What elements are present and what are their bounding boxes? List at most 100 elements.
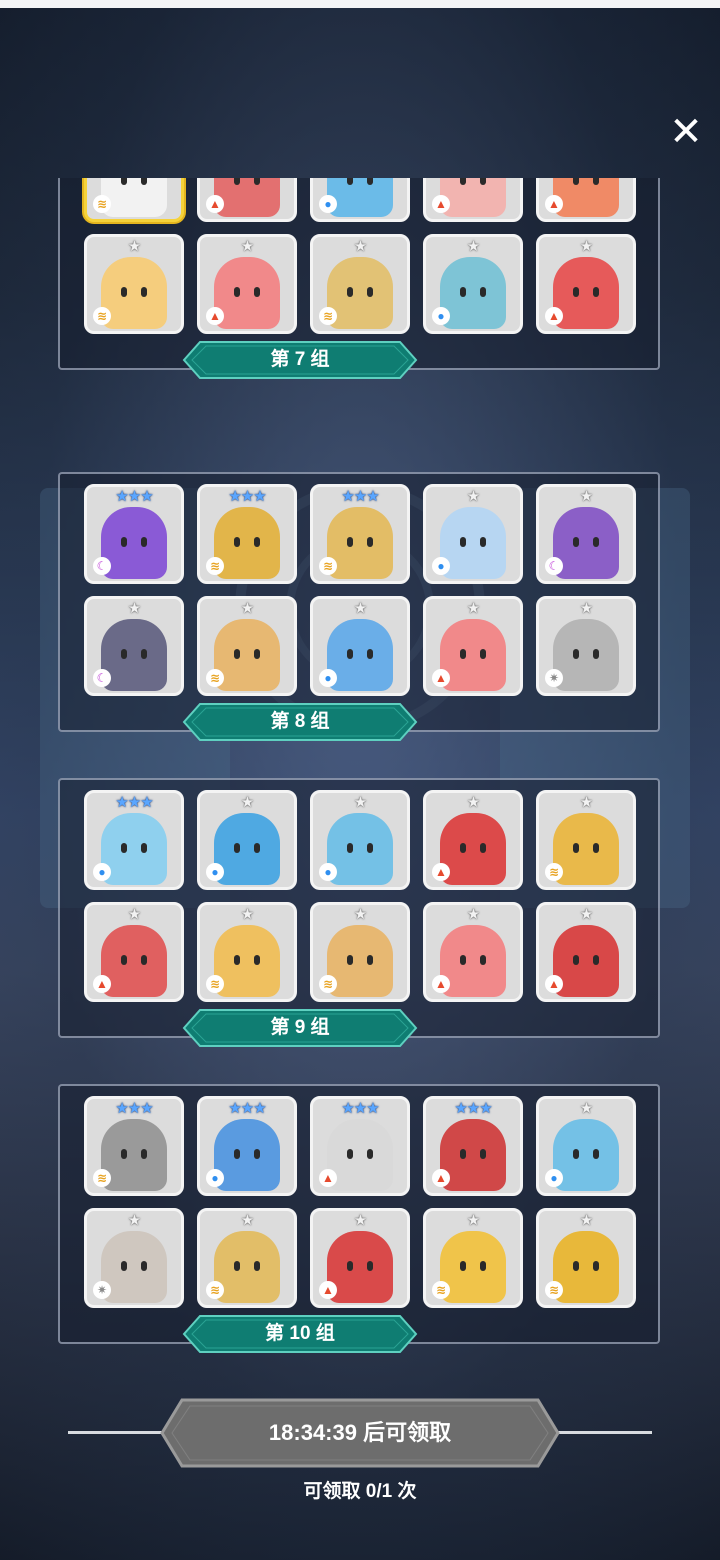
group-label-text: 第 10 组 bbox=[265, 1323, 335, 1344]
hero-eye bbox=[460, 178, 466, 185]
hero-card[interactable]: ★★★▲ bbox=[197, 178, 297, 222]
hero-card[interactable]: ★▲ bbox=[536, 902, 636, 1002]
hero-card[interactable]: ★★★ ● bbox=[197, 1096, 297, 1196]
star-icons: ★ bbox=[466, 600, 480, 617]
hero-card[interactable]: ★★★▲ bbox=[310, 1096, 410, 1196]
star-rating: ★ bbox=[539, 1213, 633, 1229]
hero-card[interactable]: ★▲ bbox=[536, 178, 636, 222]
hero-card[interactable]: ★▲ bbox=[197, 234, 297, 334]
hero-card[interactable]: ★● bbox=[310, 178, 410, 222]
hero-eye bbox=[121, 287, 127, 297]
fire-element-icon: ▲ bbox=[545, 195, 563, 213]
hero-face bbox=[456, 537, 492, 549]
hero-card[interactable]: ★▲ bbox=[423, 790, 523, 890]
hero-face bbox=[456, 649, 492, 661]
hero-face bbox=[230, 1149, 266, 1161]
hero-card[interactable]: ★▲ bbox=[310, 1208, 410, 1308]
hero-eye bbox=[254, 287, 260, 297]
hero-card[interactable]: ★★★ ≋ bbox=[310, 484, 410, 584]
close-button[interactable]: ✕ bbox=[660, 106, 712, 158]
hero-card[interactable]: ★ ≋ bbox=[536, 1208, 636, 1308]
group-label-text: 第 9 组 bbox=[270, 1017, 330, 1038]
hero-card[interactable]: ★▲ bbox=[423, 596, 523, 696]
hero-card[interactable]: ★★★ ▲ bbox=[423, 1096, 523, 1196]
wind-element-icon: ≋ bbox=[206, 557, 224, 575]
hero-card[interactable]: ★▲ bbox=[423, 178, 523, 222]
hero-card[interactable]: ★● bbox=[310, 790, 410, 890]
star-rating: ★ bbox=[87, 907, 181, 923]
hero-card[interactable]: ★★★ ☾ bbox=[84, 484, 184, 584]
wind-element-icon: ≋ bbox=[93, 307, 111, 325]
hero-card[interactable]: ★▲ bbox=[84, 902, 184, 1002]
hero-face bbox=[343, 1261, 379, 1273]
star-icons: ★★★ bbox=[454, 1100, 492, 1117]
hero-eye bbox=[234, 287, 240, 297]
hero-card[interactable]: ★ ✷ bbox=[84, 1208, 184, 1308]
hero-card[interactable]: ★● bbox=[536, 1096, 636, 1196]
hero-eye bbox=[121, 178, 127, 185]
hero-face bbox=[569, 537, 605, 549]
star-icons: ★ bbox=[466, 1212, 480, 1229]
hero-card[interactable]: ★ ≋ bbox=[197, 1208, 297, 1308]
hero-card[interactable]: ★ ≋ bbox=[197, 902, 297, 1002]
hero-eye bbox=[573, 955, 579, 965]
hero-eye bbox=[480, 287, 486, 297]
hero-card[interactable]: ★▲ bbox=[423, 902, 523, 1002]
hero-face bbox=[117, 843, 153, 855]
hero-card[interactable]: ★ ≋ bbox=[197, 596, 297, 696]
hero-card[interactable]: ★● bbox=[197, 790, 297, 890]
hero-card[interactable]: ★ ≋ bbox=[84, 234, 184, 334]
hero-card[interactable]: ★★★ ● bbox=[84, 790, 184, 890]
hero-face bbox=[230, 287, 266, 299]
hero-card[interactable]: ★★★★★≋ bbox=[84, 178, 184, 222]
fire-element-icon: ▲ bbox=[432, 1169, 450, 1187]
hero-card[interactable]: ★ ☾ bbox=[84, 596, 184, 696]
fire-element-icon: ▲ bbox=[206, 195, 224, 213]
star-icons: ★ bbox=[127, 238, 141, 255]
hero-face bbox=[117, 955, 153, 967]
hero-card[interactable]: ★ ✷ bbox=[536, 596, 636, 696]
group-list[interactable]: ★★★★★≋★★★▲★●★▲★▲★≋★▲★≋★●★▲第 7 组★★★☾★★★≋★… bbox=[0, 178, 720, 1373]
star-icons: ★ bbox=[466, 488, 480, 505]
hero-card[interactable]: ★ ≋ bbox=[423, 1208, 523, 1308]
hero-card[interactable]: ★● bbox=[423, 484, 523, 584]
hero-card[interactable]: ★★★ ≋ bbox=[84, 1096, 184, 1196]
hero-card[interactable]: ★▲ bbox=[536, 234, 636, 334]
hero-eye bbox=[460, 1261, 466, 1271]
hero-face bbox=[569, 1261, 605, 1273]
hero-card[interactable]: ★★★ ≋ bbox=[197, 484, 297, 584]
hero-eye bbox=[480, 955, 486, 965]
hero-eye bbox=[347, 178, 353, 185]
hero-card[interactable]: ★● bbox=[310, 596, 410, 696]
hero-face bbox=[117, 649, 153, 661]
hero-eye bbox=[347, 1261, 353, 1271]
star-rating: ★ bbox=[426, 1213, 520, 1229]
star-icons: ★ bbox=[353, 906, 367, 923]
hero-eye bbox=[367, 843, 373, 853]
star-rating: ★ bbox=[426, 601, 520, 617]
wind-element-icon: ≋ bbox=[319, 307, 337, 325]
hero-card[interactable]: ★ ≋ bbox=[310, 902, 410, 1002]
hero-face bbox=[569, 178, 605, 187]
star-icons: ★ bbox=[127, 600, 141, 617]
hero-eye bbox=[480, 1149, 486, 1159]
hero-eye bbox=[347, 1149, 353, 1159]
hero-face bbox=[117, 537, 153, 549]
group-label: 第 8 组 bbox=[182, 702, 418, 742]
hero-card[interactable]: ★ ≋ bbox=[536, 790, 636, 890]
star-rating: ★ bbox=[87, 1213, 181, 1229]
hero-eye bbox=[254, 178, 260, 185]
dark-element-icon: ☾ bbox=[93, 669, 111, 687]
hero-eye bbox=[460, 843, 466, 853]
hero-card[interactable]: ★ ☾ bbox=[536, 484, 636, 584]
hero-group-9: ★★★ ● ★ ● ★ ● ★ ▲ ★ ≋ ★ ▲ ★ ≋ ★ ≋ ★ ▲ ★ ▲ bbox=[58, 778, 660, 1038]
claim-button[interactable]: 18:34:39 后可领取 bbox=[160, 1398, 560, 1468]
star-rating: ★ bbox=[313, 239, 407, 255]
hero-card[interactable]: ★ ≋ bbox=[310, 234, 410, 334]
fire-element-icon: ▲ bbox=[432, 669, 450, 687]
hero-eye bbox=[460, 1149, 466, 1159]
star-icons: ★ bbox=[466, 238, 480, 255]
hero-face bbox=[456, 1261, 492, 1273]
hero-card[interactable]: ★● bbox=[423, 234, 523, 334]
star-icons: ★ bbox=[466, 794, 480, 811]
